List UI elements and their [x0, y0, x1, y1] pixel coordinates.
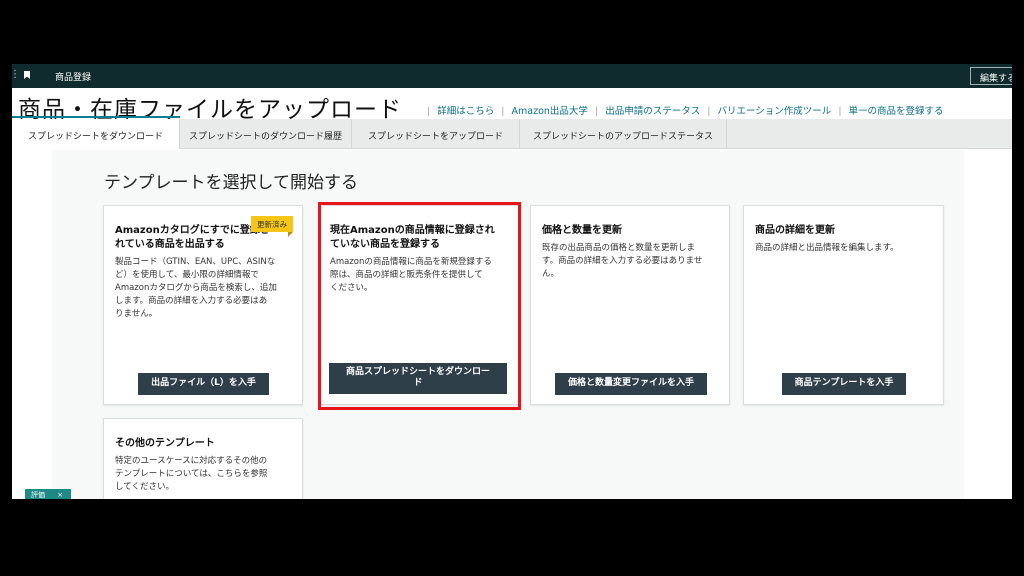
desc-line: す。商品の詳細を入力する必要はありませ: [542, 256, 703, 266]
tab-download-spreadsheet[interactable]: スプレッドシートをダウンロード: [12, 119, 180, 149]
link-variation-tool[interactable]: バリエーション作成ツール: [717, 106, 831, 117]
tab-download-history[interactable]: スプレッドシートのダウンロード履歴: [180, 119, 352, 149]
feedback-label: 評価: [31, 491, 45, 499]
get-product-template-button[interactable]: 商品テンプレートを入手: [782, 373, 906, 395]
card-title-line: その他のテンプレート: [115, 438, 215, 449]
app-screen: ⋮ 商品登録 編集する 商品・在庫ファイルをアップロード | 詳細はこちら | …: [12, 64, 1012, 499]
link-separator: |: [707, 106, 711, 117]
edit-button[interactable]: 編集する: [970, 67, 1012, 85]
tab-bar: スプレッドシートをダウンロード スプレッドシートのダウンロード履歴 スプレッドシ…: [12, 119, 1012, 149]
desc-line: 既存の出品商品の価格と数量を更新しま: [542, 243, 696, 253]
menu-dots-icon[interactable]: ⋮: [12, 69, 20, 80]
desc-line: Amazonカタログから商品を検索し、追加: [115, 283, 277, 293]
link-separator: |: [501, 106, 505, 117]
card-description: 既存の出品商品の価格と数量を更新しま す。商品の詳細を入力する必要はありませ ん…: [542, 242, 702, 281]
get-price-quantity-file-button[interactable]: 価格と数量変更ファイルを入手: [555, 373, 707, 395]
link-single-product[interactable]: 単一の商品を登録する: [849, 106, 944, 117]
close-icon[interactable]: ×: [57, 491, 63, 499]
desc-line: 製品コード（GTIN、EAN、UPC、ASINな: [115, 257, 276, 267]
link-separator: |: [838, 106, 842, 117]
left-margin: [12, 150, 52, 499]
bookmark-icon[interactable]: [24, 71, 30, 79]
get-listing-file-button[interactable]: 出品ファイル（L）を入手: [138, 373, 269, 395]
top-bar: ⋮ 商品登録 編集する: [12, 64, 1012, 88]
card-description: 特定のユースケースに対応するその他の テンプレートについては、こちらを参照 して…: [115, 455, 267, 494]
highlight-box: [318, 202, 521, 410]
desc-line: りません。: [115, 309, 158, 319]
section-title: テンプレートを選択して開始する: [104, 173, 358, 193]
desc-line: 特定のユースケースに対応するその他の: [115, 456, 268, 466]
card-title: 商品の詳細を更新: [755, 224, 835, 238]
feedback-chip[interactable]: 評価 ×: [25, 489, 71, 499]
link-application-status[interactable]: 出品申請のステータス: [605, 106, 700, 117]
link-separator: |: [594, 106, 599, 117]
card-update-details: 商品の詳細を更新 商品の詳細と出品情報を編集します。 商品テンプレートを入手: [743, 205, 944, 405]
card-update-price-quantity: 価格と数量を更新 既存の出品商品の価格と数量を更新しま す。商品の詳細を入力する…: [530, 205, 730, 405]
card-title-line: Amazonカタログにすでに登録さ: [115, 225, 270, 236]
card-list-existing: Amazonカタログにすでに登録さ れている商品を出品する 更新済み 製品コード…: [103, 205, 303, 405]
title-underline: [12, 116, 180, 118]
card-other-templates: その他のテンプレート 特定のユースケースに対応するその他の テンプレートについて…: [103, 418, 303, 499]
card-description: 製品コード（GTIN、EAN、UPC、ASINな ど）を使用して、最小限の詳細情…: [115, 256, 277, 321]
card-title-line: れている商品を出品する: [115, 239, 225, 250]
tab-upload-spreadsheet[interactable]: スプレッドシートをアップロード: [352, 119, 520, 149]
desc-line: 商品の詳細と出品情報を編集します。: [755, 243, 899, 253]
card-title: 価格と数量を更新: [542, 224, 622, 238]
link-details[interactable]: 詳細はこちら: [437, 106, 494, 117]
card-description: 商品の詳細と出品情報を編集します。: [755, 242, 899, 255]
desc-line: してください。: [115, 482, 174, 492]
desc-line: テンプレートについては、こちらを参照: [115, 469, 268, 479]
desc-line: ど）を使用して、最小限の詳細情報で: [115, 270, 259, 280]
tab-upload-status[interactable]: スプレッドシートのアップロードステータス: [520, 119, 727, 149]
right-margin: [964, 150, 1012, 499]
desc-line: ん。: [542, 269, 560, 279]
topbar-title: 商品登録: [55, 73, 92, 83]
card-title: その他のテンプレート: [115, 437, 215, 451]
link-seller-university[interactable]: Amazon出品大学: [512, 106, 588, 117]
card-title-line: 価格と数量を更新: [542, 225, 622, 236]
header-links: | 詳細はこちら | Amazon出品大学 | 出品申請のステータス | バリエ…: [423, 103, 944, 117]
card-title: Amazonカタログにすでに登録さ れている商品を出品する: [115, 224, 270, 252]
link-separator: |: [427, 106, 431, 117]
status-badge: 更新済み: [251, 216, 293, 237]
card-title-line: 商品の詳細を更新: [755, 225, 835, 236]
desc-line: します。商品の詳細を入力する必要はあ: [115, 296, 268, 306]
